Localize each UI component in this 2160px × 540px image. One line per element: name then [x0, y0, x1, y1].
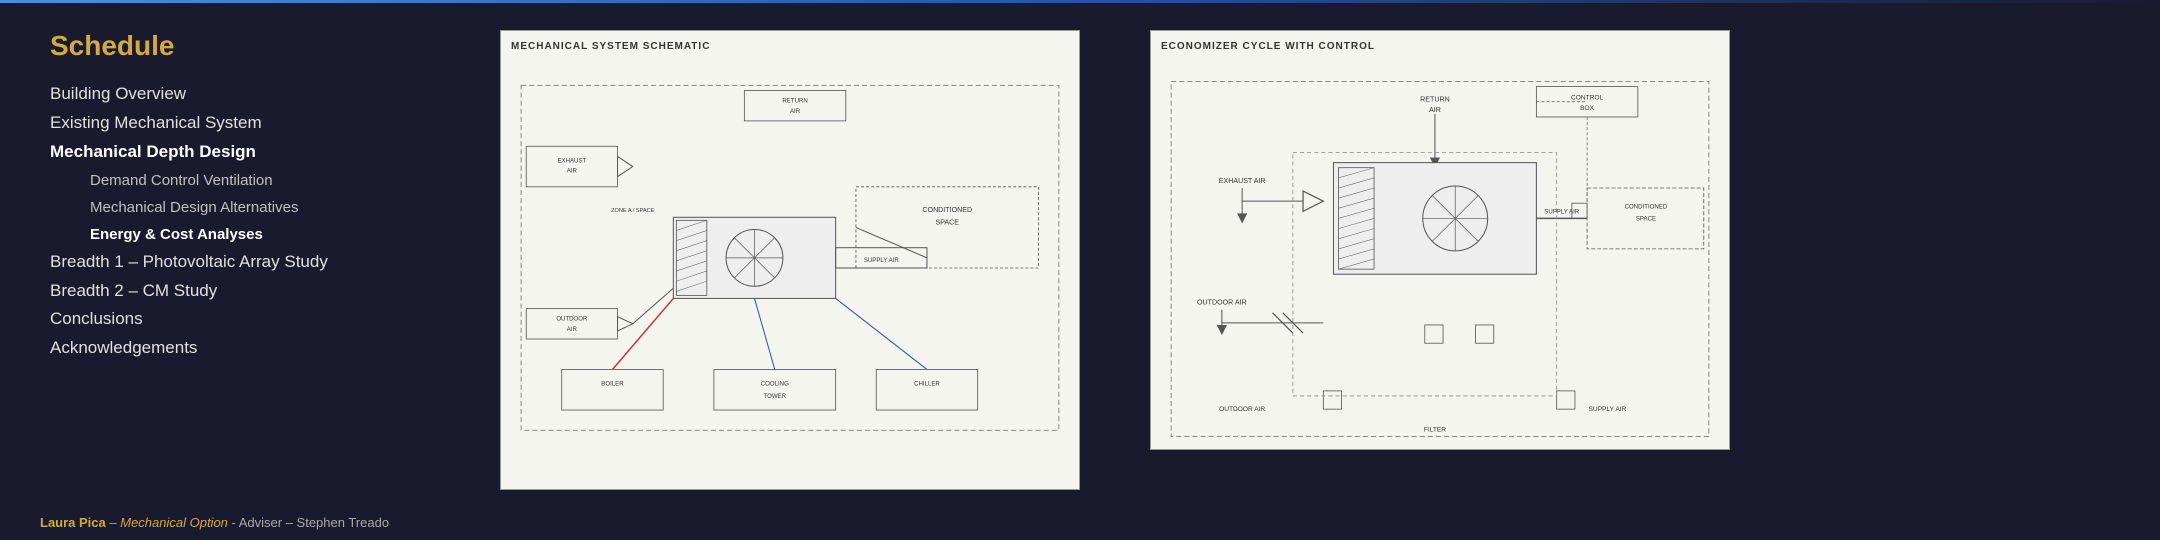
center-diagram-title: MECHANICAL SYSTEM SCHEMATIC	[511, 41, 710, 52]
svg-text:SPACE: SPACE	[1636, 215, 1656, 222]
sidebar-subitem-energy-cost[interactable]: Energy & Cost Analyses	[90, 221, 470, 248]
svg-text:COOLING: COOLING	[761, 381, 789, 388]
sidebar: Schedule Building Overview Existing Mech…	[0, 0, 500, 540]
center-diagram-content: RETURN AIR EXHAUST AIR CONDITIONED SPACE	[511, 57, 1069, 479]
sidebar-item-mechanical-depth[interactable]: Mechanical Depth Design	[50, 138, 470, 167]
svg-text:RETURN: RETURN	[1420, 96, 1450, 104]
svg-text:SPACE: SPACE	[935, 218, 959, 226]
right-diagram-title: ECONOMIZER CYCLE WITH CONTROL	[1161, 41, 1719, 52]
sidebar-item-breadth-cm[interactable]: Breadth 2 – CM Study	[50, 277, 470, 306]
svg-text:AIR: AIR	[567, 168, 578, 175]
sidebar-item-acknowledgements[interactable]: Acknowledgements	[50, 334, 470, 363]
svg-text:OUTDOOR: OUTDOOR	[556, 316, 588, 323]
svg-text:ZONE A / SPACE: ZONE A / SPACE	[611, 208, 655, 214]
svg-text:TOWER: TOWER	[764, 393, 787, 400]
svg-text:FILTER: FILTER	[1424, 426, 1446, 433]
sidebar-item-existing-mechanical[interactable]: Existing Mechanical System	[50, 109, 470, 138]
center-diagram: MECHANICAL SYSTEM SCHEMATIC RETURN AIR E…	[500, 30, 1080, 490]
sidebar-subitem-mechanical-design-alt[interactable]: Mechanical Design Alternatives	[90, 194, 470, 221]
svg-text:SUPPLY AIR: SUPPLY AIR	[864, 257, 900, 264]
svg-text:AIR: AIR	[567, 326, 578, 333]
svg-text:BOILER: BOILER	[601, 381, 624, 388]
right-diagram: ECONOMIZER CYCLE WITH CONTROL CONTROL BO…	[1150, 30, 1730, 450]
svg-text:BOX: BOX	[1580, 105, 1595, 112]
sidebar-item-breadth-pv[interactable]: Breadth 1 – Photovoltaic Array Study	[50, 248, 470, 277]
svg-text:AIR: AIR	[1429, 106, 1441, 114]
economizer-schematic-svg: CONTROL BOX RETURN AIR EXHAUST AIR	[1161, 60, 1719, 450]
footer-option: Mechanical Option	[120, 515, 228, 530]
svg-text:EXHAUST: EXHAUST	[558, 157, 587, 164]
svg-text:AIR: AIR	[790, 108, 801, 115]
sidebar-item-building-overview[interactable]: Building Overview	[50, 80, 470, 109]
sidebar-title: Schedule	[50, 30, 470, 62]
svg-text:CONDITIONED: CONDITIONED	[922, 206, 972, 214]
svg-text:SUPPLY AIR: SUPPLY AIR	[1544, 208, 1580, 215]
svg-text:CONDITIONED: CONDITIONED	[1625, 203, 1668, 210]
footer-dash: –	[106, 515, 120, 530]
sidebar-subitem-demand-control[interactable]: Demand Control Ventilation	[90, 167, 470, 194]
footer-adviser: - Adviser – Stephen Treado	[228, 515, 389, 530]
svg-text:CONTROL: CONTROL	[1571, 95, 1604, 102]
svg-text:OUTDOOR AIR: OUTDOOR AIR	[1219, 406, 1265, 413]
footer: Laura Pica – Mechanical Option - Adviser…	[40, 515, 389, 530]
svg-text:CHILLER: CHILLER	[914, 381, 940, 388]
svg-text:OUTDOOR AIR: OUTDOOR AIR	[1197, 299, 1247, 307]
svg-text:SUPPLY AIR: SUPPLY AIR	[1589, 406, 1627, 413]
svg-text:RETURN: RETURN	[782, 98, 807, 105]
mechanical-schematic-svg: RETURN AIR EXHAUST AIR CONDITIONED SPACE	[511, 57, 1069, 479]
svg-text:EXHAUST AIR: EXHAUST AIR	[1219, 177, 1266, 185]
footer-name: Laura Pica	[40, 515, 106, 530]
sidebar-item-conclusions[interactable]: Conclusions	[50, 305, 470, 334]
